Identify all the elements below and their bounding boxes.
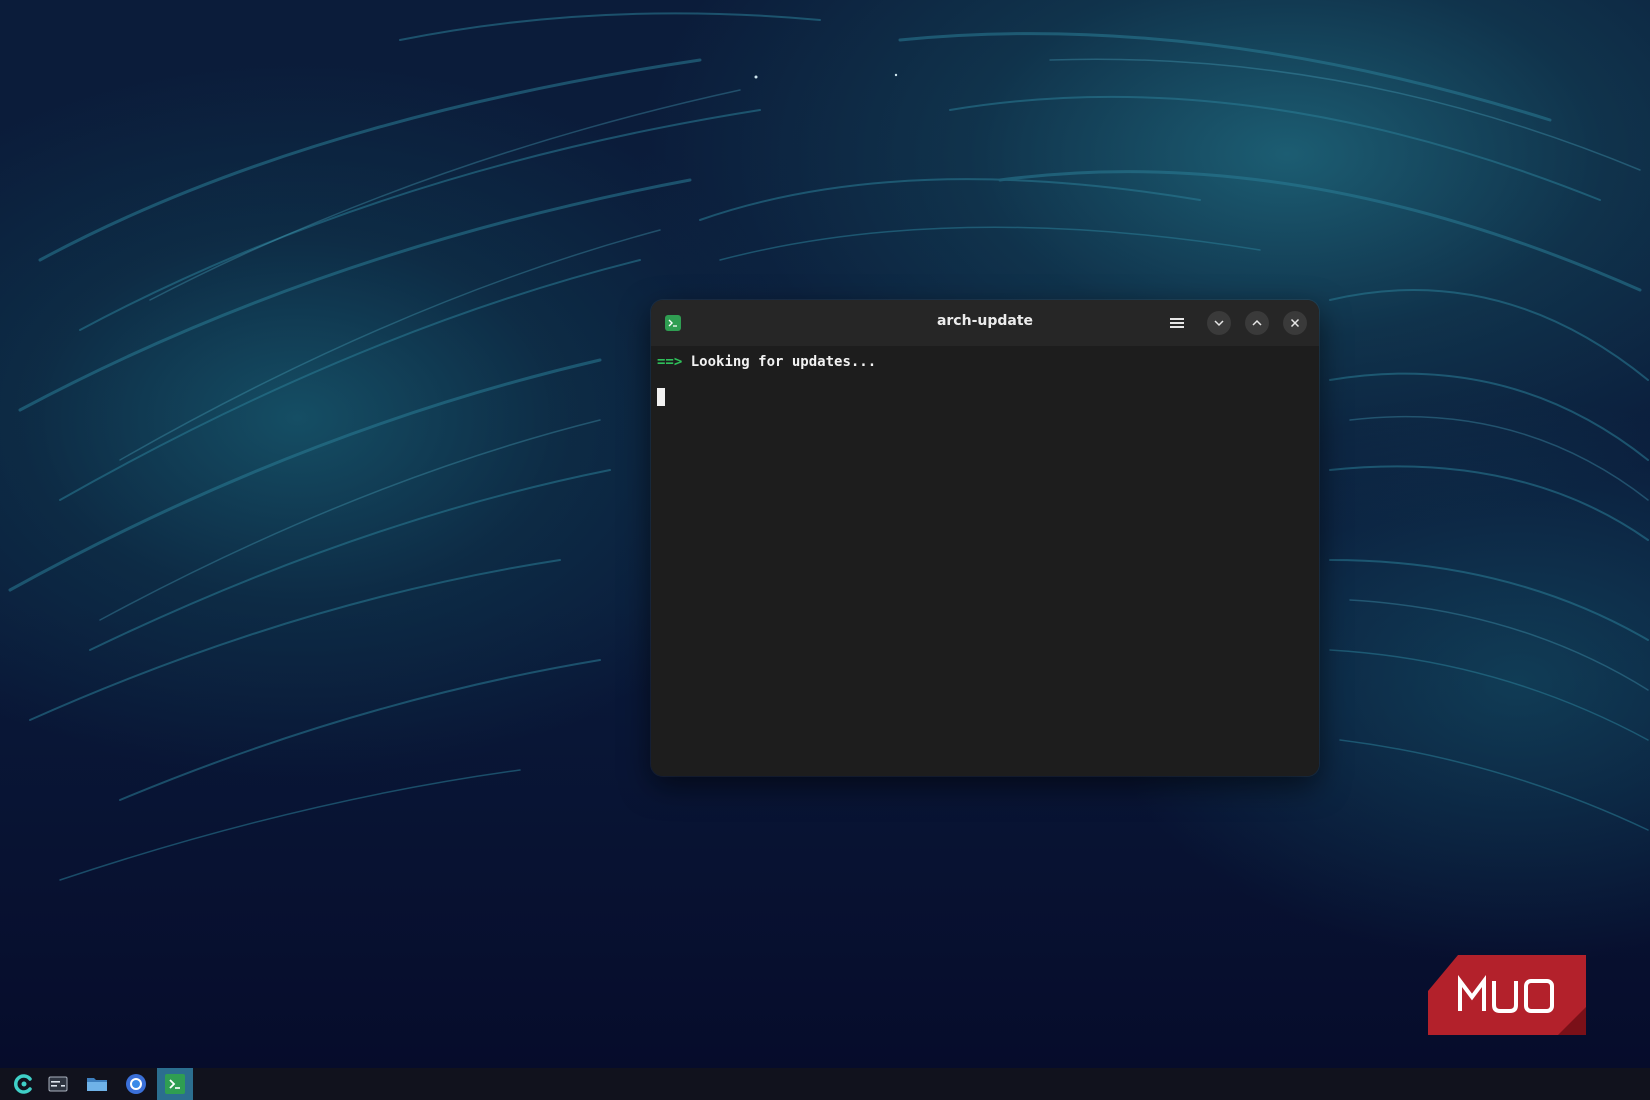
taskbar-launcher[interactable]	[6, 1068, 42, 1100]
launcher-icon	[14, 1074, 32, 1094]
prompt-arrow: ==>	[657, 354, 683, 370]
chevron-up-icon	[1252, 319, 1262, 326]
close-button[interactable]	[1283, 311, 1307, 335]
output-message: Looking for updates...	[682, 354, 877, 370]
terminal-window[interactable]: arch-update ==> Looking for updates...	[651, 300, 1319, 776]
maximize-button[interactable]	[1245, 311, 1269, 335]
terminal-output[interactable]: ==> Looking for updates...	[651, 346, 1319, 776]
hamburger-menu-icon	[1170, 318, 1184, 328]
close-icon	[1290, 318, 1300, 328]
window-titlebar[interactable]: arch-update	[651, 300, 1319, 346]
chevron-down-icon	[1214, 320, 1224, 327]
file-manager-icon	[87, 1078, 107, 1091]
minimize-button[interactable]	[1207, 311, 1231, 335]
text-cursor	[657, 388, 665, 406]
muo-watermark-logo	[1428, 955, 1586, 1035]
taskbar-overview[interactable]	[40, 1068, 76, 1100]
taskbar-files[interactable]	[79, 1068, 115, 1100]
overview-icon	[48, 1076, 68, 1092]
output-line: ==> Looking for updates...	[657, 354, 876, 370]
taskbar-terminal[interactable]	[157, 1068, 193, 1100]
terminal-icon	[165, 1074, 185, 1094]
menu-button[interactable]	[1165, 311, 1189, 335]
taskbar	[0, 1068, 1650, 1100]
taskbar-browser[interactable]	[118, 1068, 154, 1100]
chromium-browser-icon	[126, 1074, 146, 1094]
